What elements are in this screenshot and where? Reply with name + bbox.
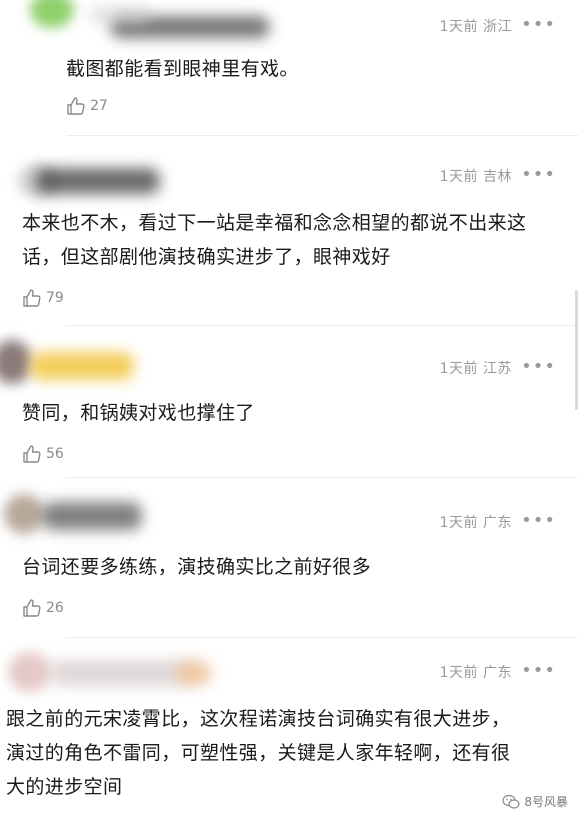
comment-text: 截图都能看到眼神里有戏。: [66, 58, 299, 80]
comment-meta: 1天前 广东: [440, 512, 512, 532]
like-button[interactable]: 79: [22, 288, 64, 308]
comment-region: 吉林: [483, 169, 512, 185]
comment-region: 江苏: [483, 361, 512, 377]
wechat-icon: [502, 794, 520, 809]
thumbs-up-icon: [23, 599, 41, 617]
comment-text: 本来也不木，看过下一站是幸福和念念相望的都说不出来这话，但这部剧他演技确实进步了…: [22, 212, 527, 268]
username[interactable]: [30, 352, 134, 380]
comment-text: 跟之前的元宋凌霄比，这次程诺演技台词确实有很大进步，演过的角色不雷同，可塑性强，…: [6, 708, 511, 798]
avatar[interactable]: [8, 652, 52, 692]
avatar[interactable]: [4, 494, 44, 534]
like-count: 26: [46, 600, 64, 616]
comment-region: 浙江: [483, 19, 512, 35]
more-dots-icon[interactable]: •••: [521, 16, 556, 34]
comment-item: 1天前 广东 ••• 跟之前的元宋凌霄比，这次程诺演技台词确实有很大进步，演过的…: [0, 638, 578, 816]
comment-meta: 1天前 浙江: [440, 16, 512, 36]
comment-region: 广东: [483, 515, 512, 531]
username-tag: [176, 662, 212, 684]
avatar[interactable]: [0, 340, 32, 384]
username[interactable]: [42, 502, 142, 530]
comment-item: 1天前 吉林 ••• 本来也不木，看过下一站是幸福和念念相望的都说不出来这话，但…: [0, 136, 578, 326]
like-button[interactable]: 27: [66, 96, 108, 116]
watermark-text: 8号风暴: [524, 795, 568, 809]
comment-time: 1天前: [439, 19, 479, 35]
comment-region: 广东: [483, 665, 512, 681]
thumbs-up-icon: [23, 289, 41, 307]
more-dots-icon[interactable]: •••: [521, 512, 556, 530]
like-count: 79: [46, 290, 64, 306]
like-button[interactable]: 26: [22, 598, 64, 618]
avatar[interactable]: [30, 0, 74, 28]
username[interactable]: [36, 168, 160, 194]
comment-item: 1天前 广东 ••• 台词还要多练练，演技确实比之前好很多 26: [0, 478, 578, 638]
watermark: 8号风暴: [502, 793, 568, 810]
username-shadow: [90, 8, 150, 22]
thumbs-up-icon: [23, 445, 41, 463]
more-dots-icon[interactable]: •••: [521, 166, 556, 184]
comment-time: 1天前: [439, 361, 479, 377]
like-button[interactable]: 56: [22, 444, 64, 464]
like-count: 27: [90, 98, 108, 114]
like-count: 56: [46, 446, 64, 462]
comment-meta: 1天前 广东: [440, 662, 512, 682]
more-dots-icon[interactable]: •••: [521, 662, 556, 680]
comment-text: 赞同，和锅姨对戏也撑住了: [22, 402, 255, 424]
more-dots-icon[interactable]: •••: [521, 358, 556, 376]
comment-time: 1天前: [439, 515, 479, 531]
comment-meta: 1天前 江苏: [440, 358, 512, 378]
comment-time: 1天前: [439, 665, 479, 681]
comment-time: 1天前: [439, 169, 479, 185]
comment-item: 1天前 江苏 ••• 赞同，和锅姨对戏也撑住了 56: [0, 326, 578, 478]
comment-meta: 1天前 吉林: [440, 166, 512, 186]
comment-text: 台词还要多练练，演技确实比之前好很多: [22, 556, 372, 578]
comment-item: 1天前 浙江 ••• 截图都能看到眼神里有戏。 27: [0, 0, 578, 136]
thumbs-up-icon: [67, 97, 85, 115]
